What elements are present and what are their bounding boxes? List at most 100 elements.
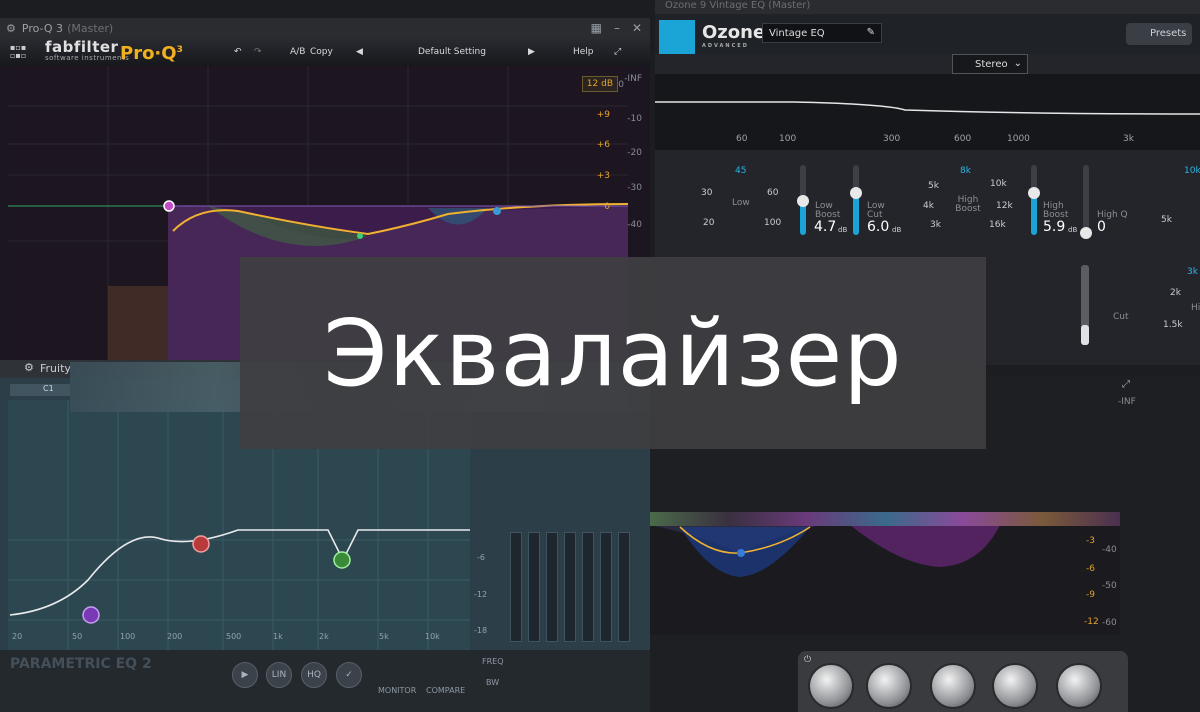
plugin-name: PARAMETRIC EQ 2 (10, 656, 152, 672)
range-selector[interactable]: 12 dB (581, 76, 618, 92)
close-icon[interactable]: ✕ (632, 21, 642, 35)
gear-icon[interactable]: ⚙ (6, 22, 16, 35)
proq-band-node-3[interactable] (357, 233, 363, 239)
edit-icon[interactable]: ✎ (867, 27, 875, 38)
filter-knob[interactable] (992, 663, 1038, 709)
low-boost-label: Low Boost (815, 201, 841, 220)
product-name: Pro·Q3 (120, 43, 183, 64)
db-tick: -6 (477, 553, 485, 562)
ozone-logo: Ozone ADVANCED (702, 22, 766, 49)
band-fader[interactable] (564, 532, 576, 642)
knob-tick: 10k (990, 179, 1007, 189)
fullscreen-icon[interactable]: ⤢ (1122, 379, 1130, 390)
knob-tick: 5k (928, 181, 939, 191)
gain-tick: +3 (596, 171, 610, 181)
knob-tick: 20 (703, 218, 715, 228)
lin-button[interactable]: LIN (266, 662, 292, 688)
gain-tick: -9 (1086, 590, 1095, 600)
db-tick: -20 (627, 148, 642, 158)
presets-button[interactable]: Presets (1126, 23, 1192, 45)
low-cut-slider[interactable] (850, 165, 862, 235)
low-boost-slider[interactable] (797, 165, 809, 235)
knob-tick: 16k (989, 220, 1006, 230)
knob-panel: ⏻ (798, 651, 1128, 712)
ab-button[interactable]: A/B (290, 47, 305, 57)
undo-icon[interactable]: ↶ (234, 47, 242, 57)
proq-band-node-1[interactable] (163, 200, 175, 212)
power-icon[interactable]: ⏻ (804, 655, 811, 665)
minimize-icon[interactable]: – (614, 21, 620, 35)
gear-icon[interactable]: ⚙ (24, 361, 34, 374)
db-tick: -12 (474, 590, 488, 599)
pixelated-area (650, 512, 1120, 526)
band-fader[interactable] (546, 532, 558, 642)
proq-window-title: Pro-Q 3 (21, 21, 64, 35)
high-knob-label: High Boost (955, 195, 981, 214)
help-button[interactable]: Help (573, 47, 594, 57)
unit-label: dB (892, 226, 902, 234)
grid-icon[interactable]: ▦ (591, 21, 602, 35)
ozone-titlebar: Ozone 9 Vintage EQ (Master) (655, 0, 1200, 14)
lower-right-spectrum[interactable] (650, 515, 1120, 635)
cut-slider[interactable] (1081, 265, 1089, 345)
next-preset-icon[interactable]: ▶ (528, 47, 535, 57)
knob-tick: 100 (764, 218, 782, 228)
title-banner: Эквалайзер (240, 257, 986, 449)
db-tick: -50 (1102, 581, 1117, 591)
preset-name[interactable]: Default Setting (418, 47, 486, 57)
fruity-window-title: Fruity (40, 362, 71, 375)
freq-row-label: FREQ (482, 657, 504, 666)
fruity-band-node-1[interactable] (82, 606, 100, 624)
cut-label: Cut (1113, 312, 1129, 322)
db-tick: -18 (474, 626, 488, 635)
compare-label: COMPARE (426, 686, 466, 695)
knob-tick: 2k (1170, 288, 1181, 298)
band-fader[interactable] (618, 532, 630, 642)
freq-tick: 500 (226, 632, 242, 641)
freq-label: 60 (736, 134, 748, 144)
freq-label: 1000 (1007, 134, 1030, 144)
fruity-band-node-3[interactable] (333, 551, 351, 569)
low-cut-value: 6.0 (867, 219, 890, 235)
freq-tick: 200 (167, 632, 183, 641)
fullscreen-icon[interactable]: ⤢ (614, 47, 621, 57)
db-tick: -INF (624, 74, 642, 84)
copy-button[interactable]: Copy (310, 47, 333, 57)
db-tick: -10 (627, 114, 642, 124)
filter-knob[interactable] (1056, 663, 1102, 709)
play-icon[interactable]: ▶ (232, 662, 258, 688)
high-q-slider[interactable] (1080, 165, 1092, 239)
ozone-header: Ozone ADVANCED Vintage EQ ✎ Presets (655, 14, 1200, 54)
monitor-label: MONITOR (378, 686, 417, 695)
ozone-window-title: Ozone 9 Vintage EQ (665, 0, 766, 11)
chevron-down-icon: ⌄ (1013, 58, 1022, 69)
db-tick: -60 (1102, 618, 1117, 628)
freq-tick: 20 (12, 632, 23, 641)
knob-tick: 4k (923, 201, 934, 211)
preset-field[interactable]: Vintage EQ ✎ (762, 23, 882, 43)
filter-knob[interactable] (930, 663, 976, 709)
hq-button[interactable]: HQ (301, 662, 327, 688)
proq-band-node-2[interactable] (493, 207, 501, 215)
band-selector[interactable]: C1 (10, 384, 70, 396)
filter-knob[interactable] (808, 663, 854, 709)
fabfilter-logo-icon: ▪▫▪ ▫▪▫ (10, 43, 27, 60)
low-knob-value: 45 (735, 166, 747, 176)
high-q-value: 0 (1097, 219, 1106, 235)
band-fader[interactable] (582, 532, 594, 642)
band-fader[interactable] (528, 532, 540, 642)
redo-icon[interactable]: ↷ (254, 47, 262, 57)
band-node[interactable] (737, 549, 745, 557)
high-boost-slider[interactable] (1028, 165, 1040, 235)
check-icon[interactable]: ✓ (336, 662, 362, 688)
filter-knob[interactable] (866, 663, 912, 709)
fruity-band-node-2[interactable] (192, 535, 210, 553)
right-knob-value: 10k (1184, 166, 1200, 176)
prev-preset-icon[interactable]: ◀ (356, 47, 363, 57)
freq-label: 300 (883, 134, 901, 144)
fruity-controls: PARAMETRIC EQ 2 ▶ LIN HQ ✓ MONITOR COMPA… (0, 650, 650, 712)
band-fader[interactable] (600, 532, 612, 642)
stereo-dropdown[interactable]: Stereo ⌄ (952, 54, 1028, 74)
unit-label: dB (1068, 226, 1078, 234)
band-fader[interactable] (510, 532, 522, 642)
